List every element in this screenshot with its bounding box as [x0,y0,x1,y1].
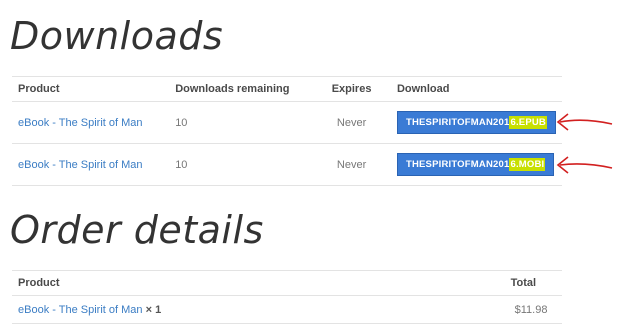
file-name-base: THESPIRITOFMAN201 [405,117,510,128]
column-header-downloads-remaining: Downloads remaining [169,76,313,102]
expires-value: Never [312,101,391,144]
table-row: eBook - The Spirit of Man × 1 $11.98 [12,295,562,324]
order-details-table: Product Total eBook - The Spirit of Man … [12,270,562,324]
column-header-download: Download [390,76,562,102]
table-row: eBook - The Spirit of Man 10 Never THESP… [12,101,562,144]
column-header-total: Total [170,270,562,296]
file-name-base: THESPIRITOFMAN201 [405,159,510,170]
download-mobi-button[interactable]: THESPIRITOFMAN2016.MOBI [396,153,555,176]
downloads-table: Product Downloads remaining Expires Down… [12,76,562,186]
line-total: $11.98 [170,295,562,324]
download-epub-button[interactable]: THESPIRITOFMAN2016.EPUB [396,111,556,134]
expires-value: Never [312,143,391,186]
order-details-heading: Order details [10,208,264,252]
downloads-remaining: 10 [169,143,313,186]
product-quantity: × 1 [145,303,162,316]
file-extension-highlight: 6.EPUB [509,116,547,129]
column-header-product: Product [12,76,170,102]
downloads-remaining: 10 [169,101,313,144]
product-link[interactable]: eBook - The Spirit of Man [18,117,143,129]
downloads-header-row: Product Downloads remaining Expires Down… [12,76,562,102]
column-header-product: Product [12,270,171,296]
product-link[interactable]: eBook - The Spirit of Man [18,159,143,171]
file-extension-highlight: 6.MOBI [509,158,546,171]
table-row: eBook - The Spirit of Man 10 Never THESP… [12,143,562,186]
downloads-heading: Downloads [10,14,224,58]
product-link[interactable]: eBook - The Spirit of Man [18,304,143,316]
red-arrow-annotation-icon [556,113,613,131]
red-arrow-annotation-icon [556,156,613,174]
column-header-expires: Expires [312,76,391,102]
order-header-row: Product Total [12,270,562,296]
